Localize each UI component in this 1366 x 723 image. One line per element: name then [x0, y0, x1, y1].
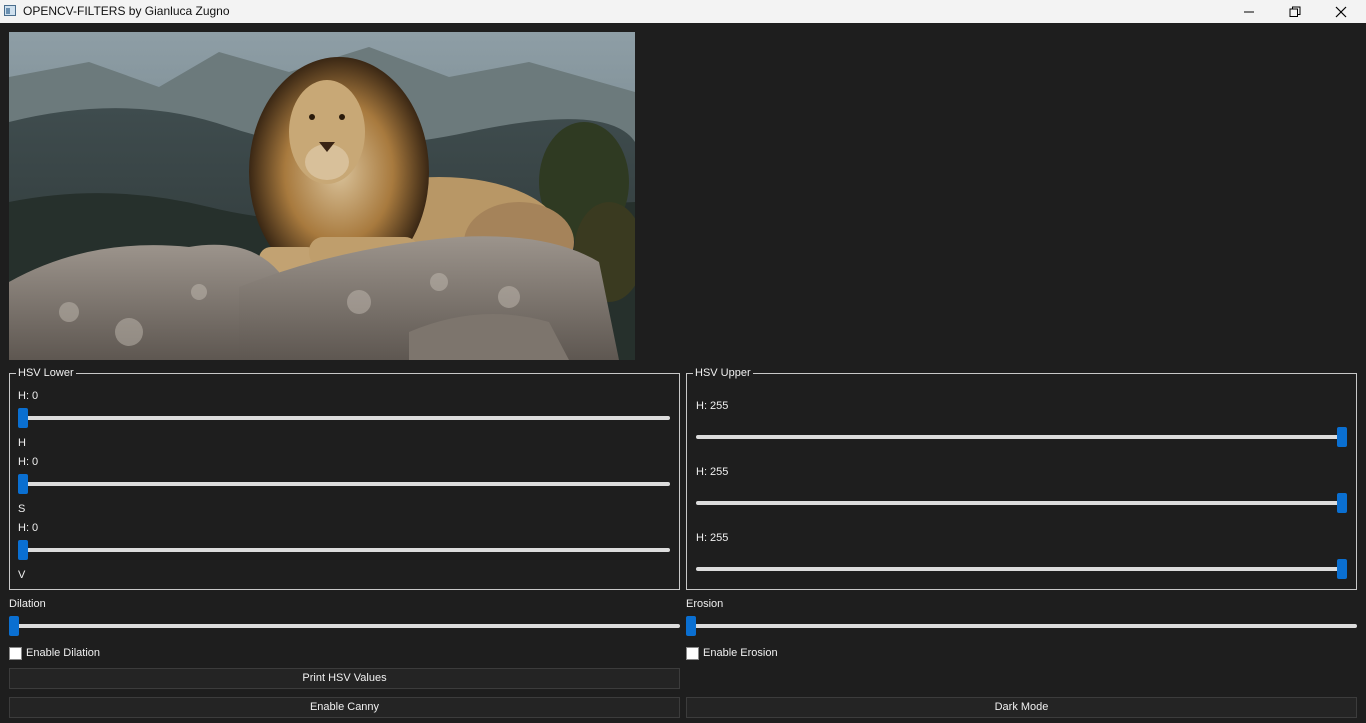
hsv-upper-v-value: H: 255	[696, 532, 729, 544]
slider-track	[686, 624, 1357, 628]
hsv-lower-s-value: H: 0	[18, 456, 39, 468]
slider-track	[18, 548, 670, 552]
slider-handle[interactable]	[18, 540, 28, 560]
checkbox-box[interactable]	[9, 647, 22, 660]
close-icon	[1335, 6, 1347, 18]
image-preview	[9, 32, 635, 360]
enable-erosion-label: Enable Erosion	[703, 647, 778, 659]
enable-canny-button[interactable]: Enable Canny	[9, 697, 680, 718]
erosion-label: Erosion	[686, 598, 724, 610]
hsv-upper-v-slider[interactable]	[696, 559, 1347, 579]
slider-track	[696, 435, 1347, 439]
hsv-lower-s-slider[interactable]	[18, 474, 670, 494]
restore-button[interactable]	[1272, 0, 1318, 23]
enable-dilation-checkbox[interactable]: Enable Dilation	[9, 647, 129, 661]
slider-track	[696, 567, 1347, 571]
hsv-lower-h-slider[interactable]	[18, 408, 670, 428]
slider-handle[interactable]	[1337, 427, 1347, 447]
enable-dilation-label: Enable Dilation	[26, 647, 100, 659]
minimize-button[interactable]	[1226, 0, 1272, 23]
slider-handle[interactable]	[1337, 493, 1347, 513]
dark-mode-button[interactable]: Dark Mode	[686, 697, 1357, 718]
erosion-slider[interactable]	[686, 616, 1357, 636]
dilation-slider[interactable]	[9, 616, 680, 636]
hsv-upper-h-slider[interactable]	[696, 427, 1347, 447]
lion-photo	[9, 32, 635, 360]
restore-icon	[1289, 6, 1301, 17]
window-title: OPENCV-FILTERS by Gianluca Zugno	[23, 4, 230, 18]
minimize-icon	[1244, 11, 1254, 13]
hsv-lower-title: HSV Lower	[16, 367, 76, 380]
hsv-lower-h-value: H: 0	[18, 390, 39, 402]
slider-handle[interactable]	[18, 474, 28, 494]
hsv-lower-v-slider[interactable]	[18, 540, 670, 560]
hsv-lower-v-label: V	[18, 569, 26, 581]
hsv-lower-s-label: S	[18, 503, 26, 515]
app-window-icon	[4, 5, 16, 16]
dilation-label: Dilation	[9, 598, 46, 610]
slider-track	[18, 416, 670, 420]
hsv-lower-v-value: H: 0	[18, 522, 39, 534]
print-hsv-button[interactable]: Print HSV Values	[9, 668, 680, 689]
slider-track	[18, 482, 670, 486]
slider-handle[interactable]	[9, 616, 19, 636]
title-bar[interactable]: OPENCV-FILTERS by Gianluca Zugno	[0, 0, 1366, 23]
close-button[interactable]	[1318, 0, 1364, 23]
slider-handle[interactable]	[686, 616, 696, 636]
slider-track	[696, 501, 1347, 505]
hsv-upper-s-slider[interactable]	[696, 493, 1347, 513]
slider-handle[interactable]	[18, 408, 28, 428]
hsv-upper-h-value: H: 255	[696, 400, 729, 412]
enable-erosion-checkbox[interactable]: Enable Erosion	[686, 647, 806, 661]
hsv-upper-group: HSV Upper	[686, 367, 1357, 590]
hsv-upper-s-value: H: 255	[696, 466, 729, 478]
checkbox-box[interactable]	[686, 647, 699, 660]
slider-track	[9, 624, 680, 628]
slider-handle[interactable]	[1337, 559, 1347, 579]
hsv-upper-title: HSV Upper	[693, 367, 753, 380]
hsv-lower-h-label: H	[18, 437, 26, 449]
